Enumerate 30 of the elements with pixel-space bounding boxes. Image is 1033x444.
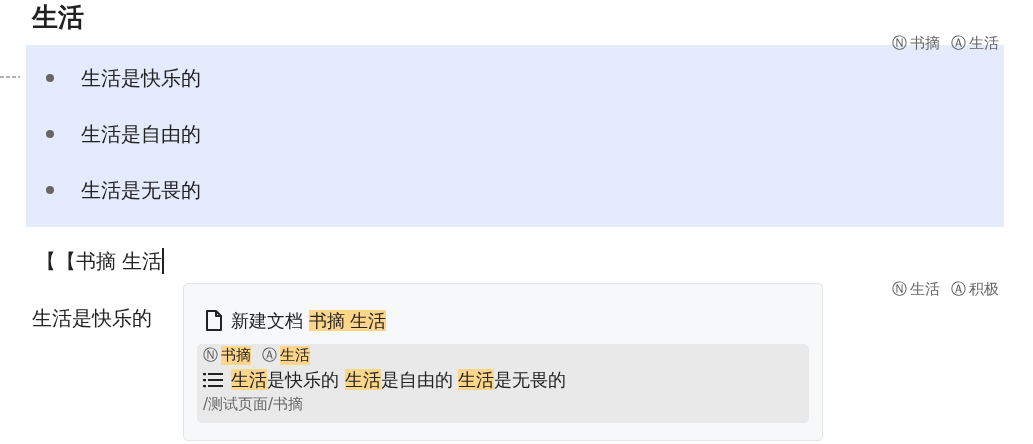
- suggestion-text: 新建文档 书摘 生活: [231, 309, 387, 333]
- list-icon: [203, 372, 223, 388]
- suggestion-item[interactable]: Ⓝ 书摘 Ⓐ 生活 生活是快乐的 生活是自由的 生活是无畏的 /测试页面/书摘: [197, 344, 809, 423]
- page-title: 生活: [32, 1, 84, 34]
- tag-label: 书摘: [910, 33, 940, 53]
- tag-mark: Ⓝ: [892, 279, 907, 299]
- tag-mark: Ⓐ: [262, 345, 277, 365]
- tag-label: 积极: [969, 279, 999, 299]
- list-item: 生活是快乐的: [81, 64, 201, 92]
- list-item: 生活是自由的: [81, 120, 201, 148]
- bullet-icon: [46, 130, 54, 138]
- bullet-icon: [46, 74, 54, 82]
- tag-label: 生活: [910, 279, 940, 299]
- tag-label: 生活: [280, 345, 310, 365]
- suggestion-item[interactable]: 新建文档 书摘 生活: [197, 304, 809, 344]
- tag-mark: Ⓝ: [203, 345, 218, 365]
- suggestion-text: 生活是快乐的 生活是自由的 生活是无畏的: [231, 368, 567, 392]
- document-icon: [205, 310, 223, 332]
- text-cursor: [162, 248, 164, 274]
- paragraph: 生活是快乐的: [32, 305, 152, 332]
- input-text[interactable]: 【【书摘 生活: [36, 247, 163, 275]
- bullet-icon: [46, 186, 54, 194]
- tag-label: 书摘: [221, 345, 251, 365]
- page-path: /测试页面/书摘: [203, 395, 305, 415]
- tag-mark: Ⓐ: [951, 33, 966, 53]
- list-item: 生活是无畏的: [81, 176, 201, 204]
- tag-mark: Ⓝ: [892, 33, 907, 53]
- tag-mark: Ⓐ: [951, 279, 966, 299]
- dashed-line-icon: [0, 75, 20, 79]
- tag-label: 生活: [969, 33, 999, 53]
